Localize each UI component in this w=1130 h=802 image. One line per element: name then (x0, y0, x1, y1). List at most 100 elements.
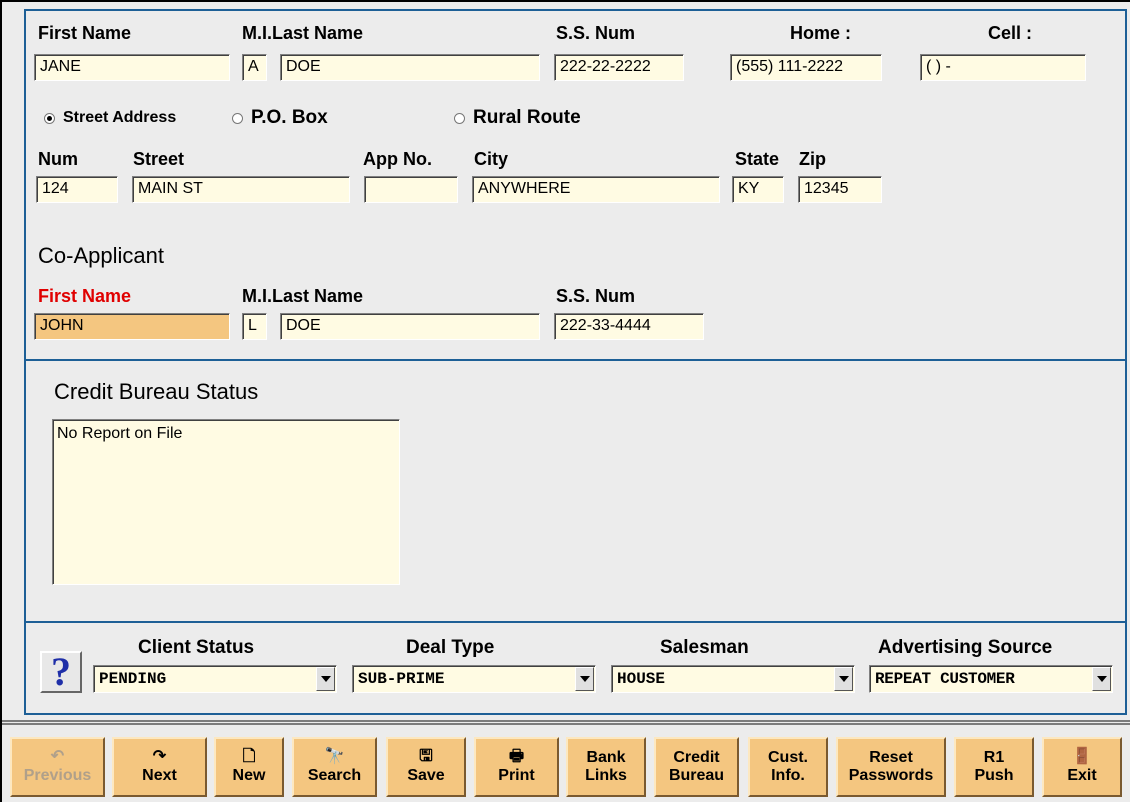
first-name-input[interactable]: JANE (34, 54, 230, 81)
street-num-input[interactable]: 124 (36, 176, 118, 203)
credit-bureau-heading: Credit Bureau Status (54, 379, 259, 404)
street-input[interactable]: MAIN ST (132, 176, 350, 203)
cust-info-button[interactable]: Cust. Info. (748, 737, 828, 797)
next-button[interactable]: ↷ Next (112, 737, 207, 797)
zip-input[interactable]: 12345 (798, 176, 882, 203)
chevron-down-icon[interactable] (316, 667, 335, 691)
save-button[interactable]: 🖫 Save (386, 737, 466, 797)
app-no-label: App No. (363, 149, 432, 169)
new-button[interactable]: 🗋 New (214, 737, 284, 797)
credit-bureau-button[interactable]: Credit Bureau (654, 737, 739, 797)
co-middle-initial-input[interactable]: L (242, 313, 267, 340)
po-box-label: P.O. Box (251, 107, 328, 128)
printer-icon: 🖶 (508, 748, 525, 765)
deal-type-value: SUB-PRIME (358, 670, 445, 688)
chevron-down-icon[interactable] (834, 667, 853, 691)
r1-label: R1 (983, 749, 1005, 766)
previous-label: Previous (23, 767, 92, 784)
co-applicant-heading: Co-Applicant (38, 243, 164, 268)
radio-dot (232, 112, 243, 124)
ssn-input[interactable]: 222-22-2222 (554, 54, 684, 81)
state-label: State (735, 149, 780, 169)
app-window: First Name M.I.Last Name S.S. Num Home :… (0, 0, 1130, 802)
exit-button[interactable]: 🚪 Exit (1042, 737, 1122, 797)
mi-last-name-label: M.I.Last Name (242, 23, 364, 43)
exit-door-icon: 🚪 (1072, 748, 1092, 765)
client-status-value: PENDING (99, 670, 167, 688)
radio-po-box[interactable]: P.O. Box (232, 107, 328, 129)
search-label: Search (307, 767, 362, 784)
chevron-down-icon[interactable] (1092, 667, 1111, 691)
co-ssn-input[interactable]: 222-33-4444 (554, 313, 704, 340)
client-status-select[interactable]: PENDING (93, 665, 337, 693)
co-last-name-input[interactable]: DOE (280, 313, 540, 340)
num-label: Num (38, 149, 78, 169)
print-label: Print (498, 767, 535, 784)
co-first-name-label: First Name (38, 286, 132, 306)
cell-phone-input[interactable]: ( ) - (920, 54, 1086, 81)
status-panel: Client Status Deal Type Salesman Adverti… (24, 621, 1127, 715)
chevron-down-icon[interactable] (575, 667, 594, 691)
salesman-select[interactable]: HOUSE (611, 665, 855, 693)
co-mi-last-name-label: M.I.Last Name (242, 286, 364, 306)
print-button[interactable]: 🖶 Print (474, 737, 559, 797)
exit-label: Exit (1067, 767, 1097, 784)
cell-phone-label: Cell : (988, 23, 1033, 43)
save-label: Save (407, 767, 445, 784)
previous-button[interactable]: ↶ Previous (10, 737, 105, 797)
home-phone-label: Home : (790, 23, 852, 43)
state-input[interactable]: KY (732, 176, 784, 203)
client-status-label: Client Status (138, 637, 255, 658)
advertising-source-label: Advertising Source (878, 637, 1053, 658)
middle-initial-input[interactable]: A (242, 54, 267, 81)
bank-links-button[interactable]: Bank Links (566, 737, 646, 797)
binoculars-icon: 🔭 (324, 748, 345, 765)
advertising-source-value: REPEAT CUSTOMER (875, 670, 1015, 688)
credit-label: Credit (673, 749, 720, 766)
new-label: New (232, 767, 266, 784)
app-no-input[interactable] (364, 176, 458, 203)
radio-street-address[interactable]: Street Address (44, 109, 176, 127)
bureau-label: Bureau (668, 767, 725, 784)
rural-route-label: Rural Route (473, 107, 581, 128)
info-label: Info. (771, 767, 805, 784)
last-name-input[interactable]: DOE (280, 54, 540, 81)
city-label: City (474, 149, 509, 169)
push-label: Push (974, 767, 1014, 784)
co-first-name-input[interactable]: JOHN (34, 313, 230, 340)
salesman-label: Salesman (660, 637, 749, 658)
passwords-label: Passwords (848, 767, 934, 784)
redo-icon: ↷ (152, 748, 167, 765)
first-name-label: First Name (38, 23, 132, 43)
radio-rural-route[interactable]: Rural Route (454, 107, 581, 129)
applicant-panel: First Name M.I.Last Name S.S. Num Home :… (24, 9, 1127, 361)
credit-bureau-panel: Credit Bureau Status No Report on File (24, 359, 1127, 623)
radio-dot-selected (44, 112, 55, 124)
next-label: Next (142, 767, 177, 784)
advertising-source-select[interactable]: REPEAT CUSTOMER (869, 665, 1113, 693)
salesman-value: HOUSE (617, 670, 666, 688)
cust-label: Cust. (768, 749, 808, 766)
credit-status-textarea[interactable]: No Report on File (52, 419, 400, 585)
toolbar-divider (2, 720, 1130, 725)
zip-label: Zip (799, 149, 826, 169)
undo-icon: ↶ (50, 748, 65, 765)
deal-type-label: Deal Type (406, 637, 495, 658)
reset-passwords-button[interactable]: Reset Passwords (836, 737, 946, 797)
deal-type-select[interactable]: SUB-PRIME (352, 665, 596, 693)
help-button[interactable]: ? (40, 651, 82, 693)
radio-dot (454, 112, 465, 124)
search-button[interactable]: 🔭 Search (292, 737, 377, 797)
city-input[interactable]: ANYWHERE (472, 176, 720, 203)
co-ssn-label: S.S. Num (556, 286, 636, 306)
street-address-label: Street Address (63, 109, 177, 126)
street-label: Street (133, 149, 185, 169)
reset-label: Reset (869, 749, 913, 766)
bank-label: Bank (586, 749, 626, 766)
ssn-label: S.S. Num (556, 23, 636, 43)
home-phone-input[interactable]: (555) 111-2222 (730, 54, 882, 81)
floppy-disk-icon: 🖫 (419, 748, 433, 765)
new-document-icon: 🗋 (242, 748, 256, 765)
r1-push-button[interactable]: R1 Push (954, 737, 1034, 797)
links-label: Links (585, 767, 627, 784)
